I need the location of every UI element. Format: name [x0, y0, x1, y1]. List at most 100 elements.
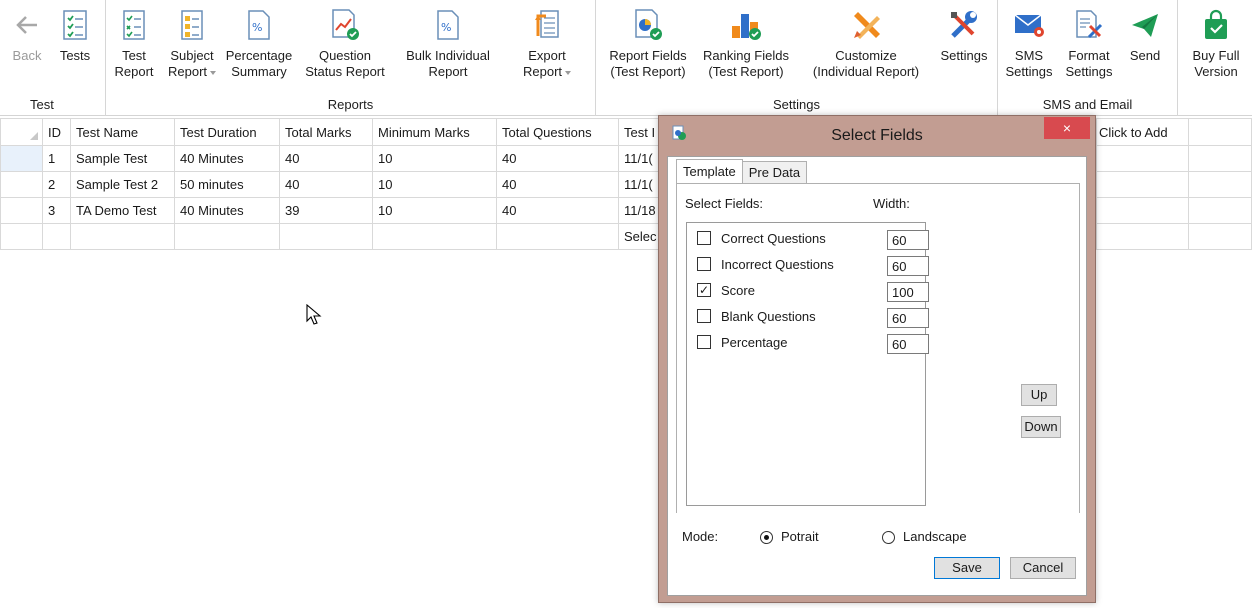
checkbox-checked[interactable]: ✓ — [697, 283, 711, 297]
column-header-id[interactable]: ID — [42, 118, 71, 146]
mode-option-portrait[interactable]: Potrait — [760, 529, 819, 545]
field-row-incorrect-questions[interactable]: Incorrect Questions — [697, 253, 834, 275]
send-button[interactable]: Send — [1122, 2, 1168, 88]
width-input-percentage[interactable]: 60 — [887, 334, 929, 354]
percentage-summary-icon: % — [239, 2, 279, 48]
tab-pre-data[interactable]: Pre Data — [741, 161, 808, 183]
table-row[interactable]: 3 TA Demo Test 40 Minutes 39 10 40 11/18 — [0, 197, 663, 224]
buy-full-version-button[interactable]: Buy Full Version — [1186, 2, 1246, 88]
radio-selected[interactable] — [760, 531, 773, 545]
row-selector[interactable] — [0, 223, 43, 250]
new-cell-minimum-marks[interactable] — [372, 223, 497, 250]
cell-minimum-marks[interactable]: 10 — [372, 145, 497, 172]
column-header-minimum-marks[interactable]: Minimum Marks — [372, 118, 497, 146]
cell-test-name[interactable]: Sample Test 2 — [70, 171, 175, 198]
field-row-correct-questions[interactable]: Correct Questions — [697, 227, 826, 249]
column-header-total-marks[interactable]: Total Marks — [279, 118, 373, 146]
width-input-score[interactable]: 100 — [887, 282, 929, 302]
cell-test-duration[interactable]: 40 Minutes — [174, 197, 280, 224]
checkbox[interactable] — [697, 335, 711, 349]
column-header-test-date[interactable]: Test I — [618, 118, 663, 146]
checkbox[interactable] — [697, 309, 711, 323]
settings-button[interactable]: Settings — [934, 2, 994, 88]
cell-id[interactable]: 1 — [42, 145, 71, 172]
move-up-button[interactable]: Up — [1021, 384, 1057, 406]
new-row[interactable]: Selec — [0, 223, 663, 250]
cell-minimum-marks[interactable]: 10 — [372, 197, 497, 224]
row-selector[interactable] — [0, 145, 43, 172]
cell-minimum-marks[interactable]: 10 — [372, 171, 497, 198]
customize-button[interactable]: Customize (Individual Report) — [800, 2, 932, 88]
test-report-button[interactable]: Test Report — [114, 2, 154, 88]
checkbox[interactable] — [697, 231, 711, 245]
mode-option-landscape[interactable]: Landscape — [882, 529, 967, 545]
cell-total-marks[interactable]: 40 — [279, 171, 373, 198]
select-all-corner[interactable] — [0, 118, 43, 146]
cell-test-date[interactable]: 11/1( — [618, 171, 663, 198]
test-report-label: Test Report — [114, 48, 154, 79]
width-input-correct-questions[interactable]: 60 — [887, 230, 929, 250]
cell-test-name[interactable]: Sample Test — [70, 145, 175, 172]
tab-template[interactable]: Template — [676, 159, 743, 183]
field-label: Blank Questions — [721, 308, 816, 324]
new-cell-test-duration[interactable] — [174, 223, 280, 250]
field-row-score[interactable]: ✓ Score — [697, 279, 755, 301]
table-row[interactable]: 1 Sample Test 40 Minutes 40 10 40 11/1( — [0, 145, 663, 172]
radio-unselected[interactable] — [882, 531, 895, 545]
column-header-total-questions[interactable]: Total Questions — [496, 118, 619, 146]
fields-list[interactable]: Correct Questions Incorrect Questions ✓ … — [686, 222, 929, 506]
report-fields-button[interactable]: Report Fields (Test Report) — [602, 2, 694, 88]
column-header-test-name[interactable]: Test Name — [70, 118, 175, 146]
radio-label: Landscape — [903, 529, 967, 544]
report-fields-icon — [628, 2, 668, 48]
save-button[interactable]: Save — [934, 557, 1000, 579]
click-to-add-column[interactable]: Click to Add — [1096, 118, 1189, 146]
field-row-percentage[interactable]: Percentage — [697, 331, 788, 353]
bulk-individual-report-button[interactable]: % Bulk Individual Report — [394, 2, 502, 88]
row-selector[interactable] — [0, 171, 43, 198]
cell-id[interactable]: 2 — [42, 171, 71, 198]
cell-test-duration[interactable]: 40 Minutes — [174, 145, 280, 172]
question-status-report-button[interactable]: Question Status Report — [300, 2, 390, 88]
tests-table: ID Test Name Test Duration Total Marks M… — [0, 118, 663, 250]
new-cell-total-marks[interactable] — [279, 223, 373, 250]
cell-test-date[interactable]: 11/18 — [618, 197, 663, 224]
tests-button[interactable]: Tests — [54, 2, 96, 88]
cell-test-duration[interactable]: 50 minutes — [174, 171, 280, 198]
group-label-sms-email: SMS and Email — [1042, 97, 1133, 112]
row-selector[interactable] — [0, 197, 43, 224]
field-row-blank-questions[interactable]: Blank Questions — [697, 305, 816, 327]
width-input-blank-questions[interactable]: 60 — [887, 308, 929, 328]
sms-settings-button[interactable]: SMS Settings — [1006, 2, 1053, 88]
dropdown-caret-icon — [565, 70, 572, 75]
ranking-fields-button[interactable]: Ranking Fields (Test Report) — [696, 2, 796, 88]
export-report-button[interactable]: Export Report — [502, 2, 592, 88]
back-button[interactable]: Back — [6, 2, 48, 88]
ranking-fields-label: Ranking Fields (Test Report) — [703, 48, 789, 79]
cell-test-name[interactable]: TA Demo Test — [70, 197, 175, 224]
cell-total-questions[interactable]: 40 — [496, 197, 619, 224]
format-settings-button[interactable]: Format Settings — [1056, 2, 1122, 88]
new-cell-total-questions[interactable] — [496, 223, 619, 250]
cell-total-questions[interactable]: 40 — [496, 171, 619, 198]
cell-total-marks[interactable]: 40 — [279, 145, 373, 172]
subject-report-label: Subject Report — [168, 48, 217, 80]
column-header-test-duration[interactable]: Test Duration — [174, 118, 280, 146]
subject-report-button[interactable]: Subject Report — [162, 2, 222, 88]
move-down-button[interactable]: Down — [1021, 416, 1061, 438]
cell-id[interactable]: 3 — [42, 197, 71, 224]
close-button[interactable]: × — [1044, 117, 1090, 139]
width-input-incorrect-questions[interactable]: 60 — [887, 256, 929, 276]
cell-test-date[interactable]: 11/1( — [618, 145, 663, 172]
export-report-label: Export Report — [523, 48, 572, 80]
percentage-summary-button[interactable]: % Percentage Summary — [224, 2, 294, 88]
test-report-icon — [114, 2, 154, 48]
new-cell-test-name[interactable] — [70, 223, 175, 250]
cell-total-marks[interactable]: 39 — [279, 197, 373, 224]
checkbox[interactable] — [697, 257, 711, 271]
new-cell-select-hint[interactable]: Selec — [618, 223, 663, 250]
cancel-button[interactable]: Cancel — [1010, 557, 1076, 579]
cell-total-questions[interactable]: 40 — [496, 145, 619, 172]
new-cell-id[interactable] — [42, 223, 71, 250]
table-row[interactable]: 2 Sample Test 2 50 minutes 40 10 40 11/1… — [0, 171, 663, 198]
